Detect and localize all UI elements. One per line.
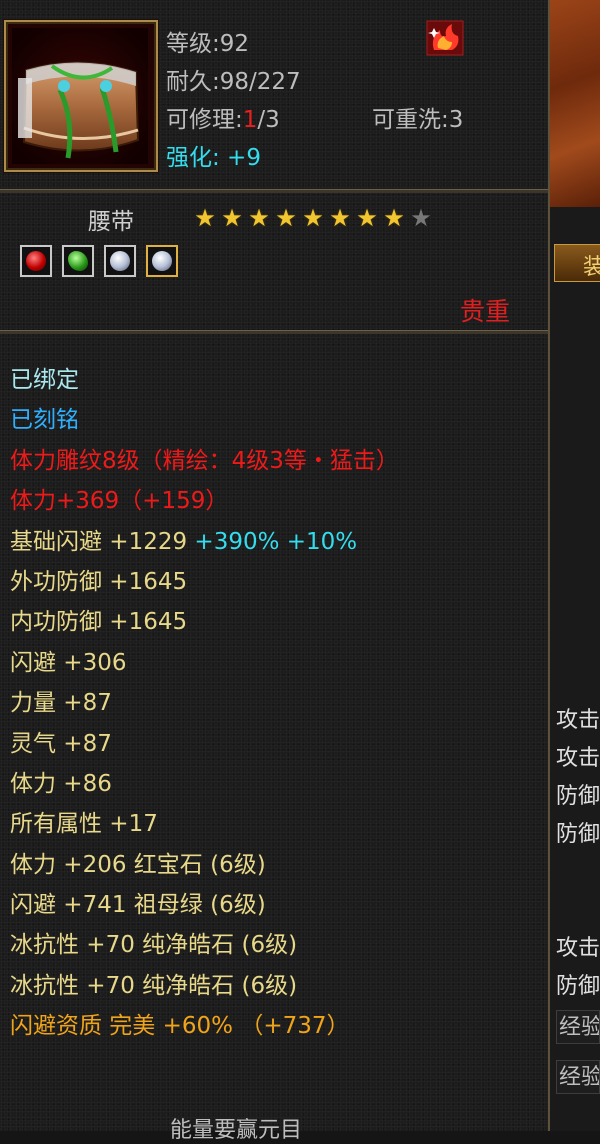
attribute-line: 体力 +86 — [10, 770, 112, 797]
rarity-label: 贵重 — [459, 297, 510, 326]
star-filled-icon: ★ — [302, 204, 324, 232]
panel-text: 攻击 — [556, 708, 600, 733]
attribute-line: 所有属性 +17 — [10, 811, 158, 838]
rewash-text: 可重洗:3 — [372, 107, 464, 133]
star-rating: ★ ★ ★ ★ ★ ★ ★ ★ ★ — [192, 206, 434, 230]
white-gem-icon[interactable] — [146, 245, 178, 277]
repair-text: 可修理:1/3 — [166, 107, 280, 133]
belt-icon — [12, 28, 148, 164]
attribute-line: 体力 +206 红宝石 (6级) — [10, 851, 266, 878]
attribute-line: 已绑定 — [10, 367, 79, 393]
attribute-line: 基础闪避 +1229 +390% +10% — [10, 528, 358, 555]
level-text: 等级:92 — [166, 31, 250, 57]
panel-text: 攻击 — [556, 936, 600, 961]
gem-slots — [20, 245, 178, 277]
panel-cell[interactable]: 经验 — [556, 1010, 600, 1044]
item-tooltip: 等级:92 耐久:98/227 可修理:1/3 可重洗:3 强化: +9 腰带 … — [0, 0, 550, 1143]
panel-text: 防御 — [556, 974, 600, 999]
attribute-line: 外功防御 +1645 — [10, 568, 188, 595]
attribute-line: 体力雕纹8级（精绘：4级3等・猛击） — [10, 447, 399, 474]
panel-cell[interactable]: 经验 — [556, 1060, 600, 1094]
panel-text: 攻击 — [556, 746, 600, 771]
attribute-line: 力量 +87 — [10, 690, 112, 717]
panel-text: 防御 — [556, 822, 600, 847]
separator — [0, 330, 548, 334]
star-filled-icon: ★ — [221, 204, 243, 232]
attribute-line: 闪避 +306 — [10, 649, 127, 676]
star-filled-icon: ★ — [194, 204, 216, 232]
attribute-line: 冰抗性 +70 纯净皓石 (6级) — [10, 932, 298, 959]
attribute-line: 已刻铭 — [10, 407, 79, 434]
attribute-line: 灵气 +87 — [10, 730, 112, 757]
star-filled-icon: ★ — [356, 204, 378, 232]
footer-text: 能量要赢元目 — [170, 1118, 303, 1143]
item-name: 腰带 — [88, 209, 134, 235]
attribute-line: 内功防御 +1645 — [10, 609, 188, 636]
attribute-line: 闪避资质 完美 +60% （+737） — [10, 1013, 350, 1040]
item-icon-frame — [4, 20, 158, 172]
durability-text: 耐久:98/227 — [166, 69, 301, 95]
star-filled-icon: ★ — [275, 204, 297, 232]
red-gem-icon[interactable] — [20, 245, 52, 277]
white-gem-icon[interactable] — [104, 245, 136, 277]
attribute-line: 冰抗性 +70 纯净皓石 (6级) — [10, 972, 298, 999]
panel-text: 防御 — [556, 784, 600, 809]
separator — [0, 189, 548, 193]
star-filled-icon: ★ — [329, 204, 351, 232]
attribute-list: 已绑定 已刻铭 体力雕纹8级（精绘：4级3等・猛击） 体力+369（+159） … — [10, 360, 399, 1047]
enhance-text: 强化: +9 — [166, 145, 261, 171]
star-empty-icon: ★ — [410, 204, 432, 232]
star-filled-icon: ★ — [248, 204, 270, 232]
star-filled-icon: ★ — [383, 204, 405, 232]
background-art — [550, 0, 600, 207]
enhance-flame-icon — [426, 20, 464, 56]
attribute-line: 体力+369（+159） — [10, 488, 229, 515]
green-gem-icon[interactable] — [62, 245, 94, 277]
attribute-line: 闪避 +741 祖母绿 (6级) — [10, 892, 266, 919]
panel-header-bar[interactable]: 装 — [554, 244, 600, 282]
background-window: 装 攻击 攻击 防御 防御 攻击 防御 经验 经验 — [550, 0, 600, 1131]
